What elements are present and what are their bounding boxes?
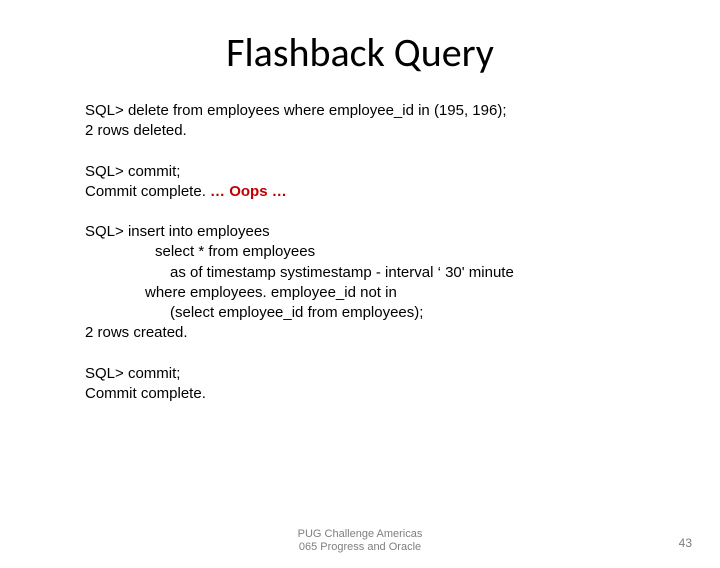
code-line: SQL> delete from employees where employe…	[85, 101, 635, 121]
slide-title: Flashback Query	[0, 28, 720, 77]
sql-block-insert: SQL> insert into employees select * from…	[85, 222, 635, 344]
code-line: 2 rows created.	[85, 323, 635, 343]
sql-block-commit-oops: SQL> commit; Commit complete. … Oops …	[85, 162, 635, 203]
oops-text: … Oops …	[210, 183, 287, 200]
code-line: (select employee_id from employees);	[85, 303, 635, 323]
code-line: where employees. employee_id not in	[85, 283, 635, 303]
commit-text: Commit complete.	[85, 183, 210, 200]
footer-center: PUG Challenge Americas 065 Progress and …	[0, 528, 720, 554]
sql-block-commit: SQL> commit; Commit complete.	[85, 364, 635, 405]
code-line: SQL> insert into employees	[85, 222, 635, 242]
sql-block-delete: SQL> delete from employees where employe…	[85, 101, 635, 142]
footer-line1: PUG Challenge Americas	[0, 528, 720, 541]
page-number: 43	[679, 536, 692, 550]
code-line: as of timestamp systimestamp - interval …	[85, 263, 635, 283]
code-line: 2 rows deleted.	[85, 121, 635, 141]
code-line: select * from employees	[85, 242, 635, 262]
code-line: Commit complete. … Oops …	[85, 182, 635, 202]
code-line: Commit complete.	[85, 384, 635, 404]
footer-line2: 065 Progress and Oracle	[0, 541, 720, 554]
code-line: SQL> commit;	[85, 364, 635, 384]
code-line: SQL> commit;	[85, 162, 635, 182]
slide-content: SQL> delete from employees where employe…	[85, 101, 635, 404]
